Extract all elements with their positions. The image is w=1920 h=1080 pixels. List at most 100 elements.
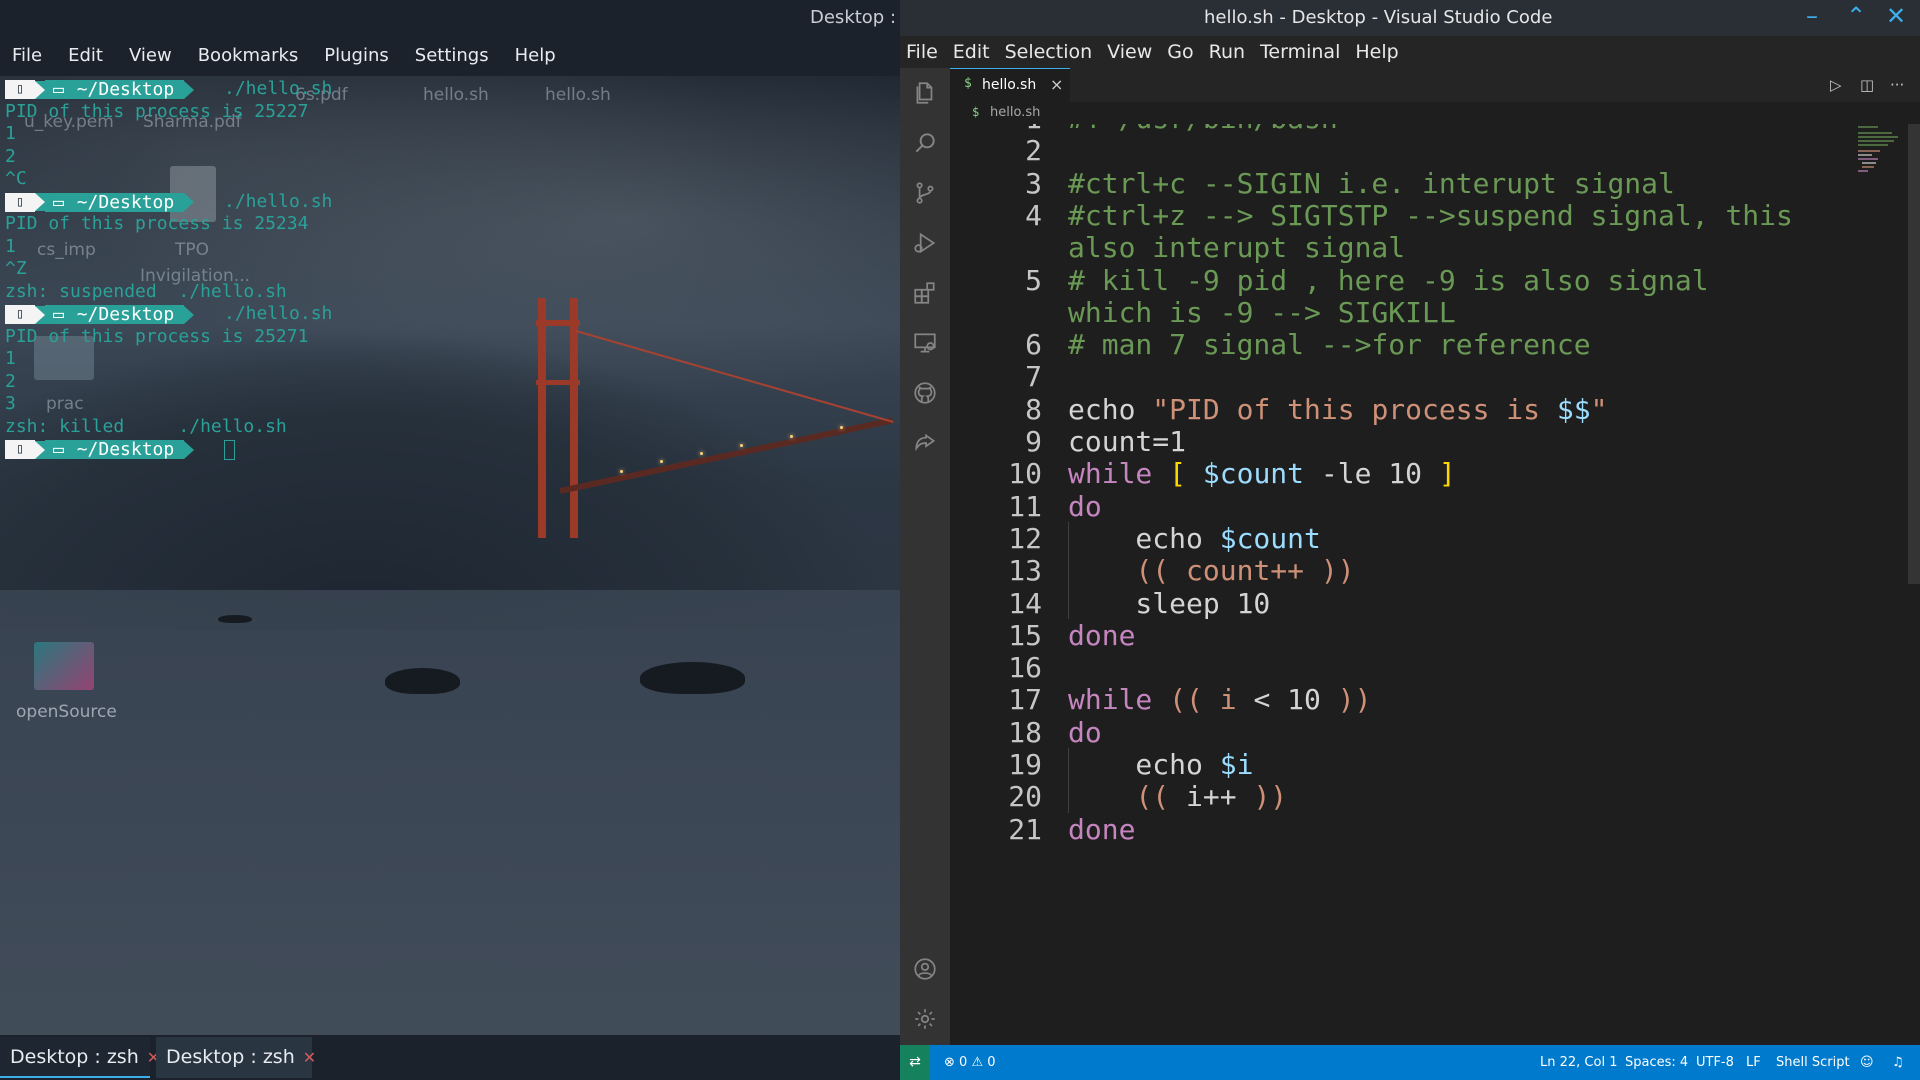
breadcrumb[interactable]: $ hello.sh (950, 102, 1920, 124)
notifications-bell-icon[interactable]: ♫ (1892, 1055, 1904, 1070)
menu-view[interactable]: View (1107, 36, 1152, 68)
code-line[interactable]: 21 done (950, 812, 1910, 846)
close-icon[interactable]: × (1050, 75, 1063, 94)
menu-run[interactable]: Run (1209, 36, 1245, 68)
menu-bookmarks[interactable]: Bookmarks (198, 36, 299, 76)
code-line[interactable]: 10 while [ $count -le 10 ] (950, 457, 1910, 490)
menu-file[interactable]: File (12, 36, 42, 76)
extensions-icon[interactable] (911, 280, 939, 308)
language-mode[interactable]: Shell Script (1776, 1055, 1850, 1070)
feedback-icon[interactable]: ☺ (1860, 1055, 1874, 1070)
menu-selection[interactable]: Selection (1005, 36, 1093, 68)
editor-tab-hello-sh[interactable]: $ hello.sh × (950, 68, 1070, 102)
github-icon[interactable] (911, 380, 939, 408)
end-of-line[interactable]: LF (1746, 1055, 1761, 1070)
cursor-position[interactable]: Ln 22, Col 1 (1540, 1055, 1617, 1070)
line-number: 21 (1008, 812, 1042, 846)
breadcrumb-file[interactable]: hello.sh (990, 105, 1040, 120)
code-line[interactable]: 3 #ctrl+c --SIGIN i.e. interupt signal (950, 167, 1910, 200)
problems-indicator[interactable]: ⊗ 0 ⚠ 0 (944, 1055, 996, 1070)
code-token: (( count++ )) (1135, 554, 1355, 588)
close-window-icon[interactable]: ✕ (1886, 2, 1906, 30)
code-line[interactable]: 4 #ctrl+z --> SIGTSTP -->suspend signal, … (950, 199, 1910, 232)
run-file-icon[interactable]: ▷ (1830, 76, 1842, 94)
terminal-window[interactable]: u_key.pem Sharma.pdf 6s.pdf hello.sh hel… (0, 0, 900, 1080)
terminal-titlebar[interactable]: Desktop : zsh (0, 0, 900, 36)
code-text: sleep 10 (1068, 587, 1270, 620)
bridge-light (620, 470, 623, 473)
indentation[interactable]: Spaces: 4 (1625, 1055, 1688, 1070)
terminal-tab[interactable]: Desktop : zsh ✕ (0, 1037, 160, 1078)
search-icon[interactable] (911, 130, 939, 158)
code-line[interactable]: 7 (950, 360, 1910, 393)
terminal-glyph-icon: ▯ (5, 192, 35, 212)
source-control-icon[interactable] (911, 180, 939, 208)
more-actions-icon[interactable]: ··· (1890, 76, 1904, 94)
encoding[interactable]: UTF-8 (1696, 1055, 1734, 1070)
bridge-tower (538, 298, 546, 538)
menu-settings[interactable]: Settings (415, 36, 489, 76)
terminal-tab[interactable]: Desktop : zsh ✕ (156, 1037, 316, 1078)
desktop-icon-label[interactable]: openSource (16, 702, 117, 722)
settings-gear-icon[interactable] (911, 1006, 939, 1034)
vscode-window[interactable]: hello.sh - Desktop - Visual Studio Code … (900, 0, 1920, 1080)
code-line[interactable]: 6 # man 7 signal -->for reference (950, 328, 1910, 361)
prompt-separator-icon (184, 193, 195, 211)
code-line[interactable]: 5 # kill -9 pid , here -9 is also signal (950, 264, 1910, 297)
menu-file[interactable]: File (906, 36, 938, 68)
vscode-titlebar[interactable]: hello.sh - Desktop - Visual Studio Code … (900, 0, 1920, 36)
split-editor-icon[interactable]: ◫ (1860, 76, 1874, 94)
code-token: sleep 10 (1068, 586, 1271, 620)
wallpaper-sea (0, 590, 900, 1040)
menu-terminal[interactable]: Terminal (1260, 36, 1340, 68)
code-line[interactable]: 20 (( i++ )) (950, 780, 1910, 814)
code-text: do (1068, 716, 1102, 749)
code-token: do (1068, 489, 1102, 523)
minimap-line (1858, 144, 1888, 146)
code-line[interactable]: 1#! /usr/bin/bash (950, 124, 1910, 135)
code-line[interactable]: 12 echo $count (950, 522, 1910, 555)
minimize-icon[interactable]: – (1806, 2, 1818, 30)
menu-plugins[interactable]: Plugins (324, 36, 388, 76)
folder-icon[interactable] (34, 642, 94, 690)
vscode-menubar: File Edit Selection View Go Run Terminal… (900, 36, 1920, 68)
terminal-tab-label: Desktop : zsh (10, 1046, 139, 1068)
remote-indicator-icon[interactable]: ⇄ (900, 1045, 930, 1080)
code-line[interactable]: 2 (950, 134, 1910, 167)
menu-view[interactable]: View (129, 36, 172, 76)
code-line[interactable]: 19 echo $i (950, 748, 1910, 781)
code-line[interactable]: which is -9 --> SIGKILL (950, 296, 1910, 329)
menu-help[interactable]: Help (515, 36, 556, 76)
close-icon[interactable]: ✕ (303, 1048, 316, 1067)
terminal-line: ▯ ▭ ~/Desktop ./hello.sh (5, 191, 332, 214)
menu-go[interactable]: Go (1167, 36, 1193, 68)
code-line[interactable]: 14 sleep 10 (950, 587, 1910, 620)
code-line[interactable]: 11 do (950, 489, 1910, 523)
menu-edit[interactable]: Edit (68, 36, 103, 76)
code-line[interactable]: 18 do (950, 716, 1910, 749)
line-number: 20 (1008, 780, 1042, 814)
code-line[interactable]: 13 (( count++ )) (950, 554, 1910, 588)
prompt-directory-text: ~/Desktop (76, 439, 175, 460)
code-token: )) (1236, 780, 1288, 814)
live-share-icon[interactable] (911, 430, 939, 458)
code-line[interactable]: 17 while (( i < 10 )) (950, 683, 1910, 717)
terminal-output[interactable]: ▯ ▭ ~/Desktop ./hello.sh PID of this proces… (5, 78, 332, 461)
code-line[interactable]: 16 (950, 651, 1910, 684)
run-debug-icon[interactable] (911, 230, 939, 258)
code-line[interactable]: also interupt signal (950, 231, 1910, 264)
terminal-line: PID of this process is 25227 (5, 100, 309, 122)
code-editor[interactable]: 1#! /usr/bin/bash23 #ctrl+c --SIGIN i.e. … (950, 124, 1920, 1045)
code-token: )) (1320, 683, 1372, 717)
editor-scrollbar[interactable] (1908, 124, 1920, 584)
code-line[interactable]: 8 echo "PID of this process is $$" (950, 393, 1910, 426)
menu-help[interactable]: Help (1355, 36, 1398, 68)
account-icon[interactable] (911, 956, 939, 984)
code-line[interactable]: 9 count=1 (950, 425, 1910, 458)
minimap[interactable] (1858, 124, 1908, 184)
menu-edit[interactable]: Edit (953, 36, 990, 68)
files-icon[interactable] (911, 80, 939, 108)
remote-explorer-icon[interactable] (911, 330, 939, 358)
maximize-icon[interactable]: ⌃ (1846, 2, 1866, 30)
code-line[interactable]: 15 done (950, 619, 1910, 652)
